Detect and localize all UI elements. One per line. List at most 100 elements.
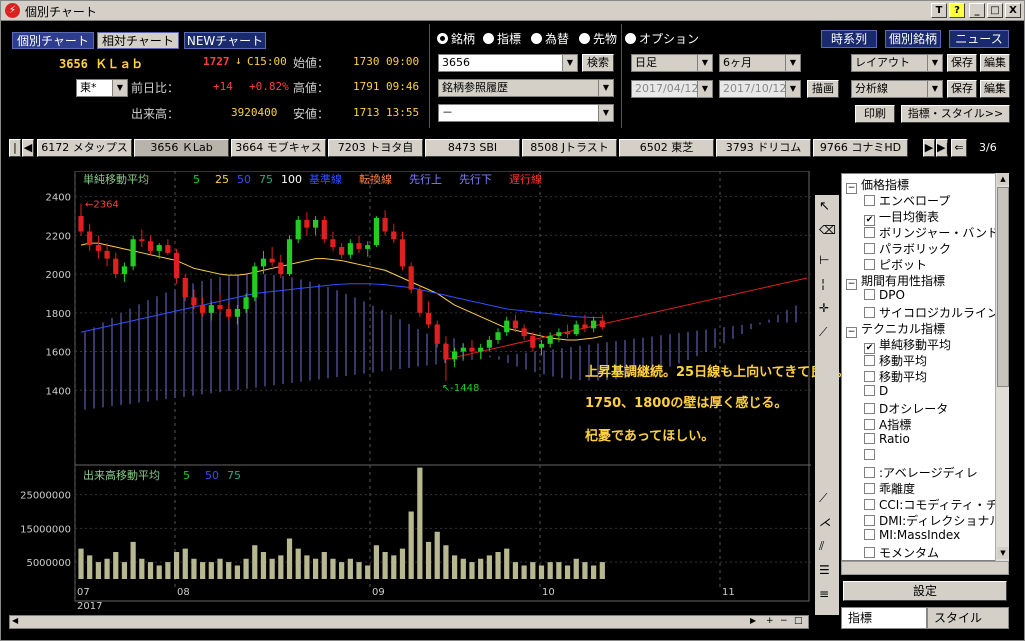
fan-icon[interactable]: ⋌ xyxy=(819,515,831,529)
type-radio-0[interactable]: 銘柄 xyxy=(437,30,475,47)
text-mode-button[interactable]: T xyxy=(931,3,947,18)
help-button[interactable]: ? xyxy=(949,3,965,18)
search-button[interactable]: 検索 xyxy=(582,54,614,72)
collapse-icon[interactable]: − xyxy=(846,279,857,290)
range-select[interactable]: 6ヶ月 ▼ xyxy=(719,54,801,72)
eraser-icon[interactable]: ⌫ xyxy=(819,223,836,237)
settings-button[interactable]: 設定 xyxy=(843,581,1007,601)
checkbox-icon[interactable] xyxy=(864,547,875,558)
channel-icon[interactable]: ⫽ xyxy=(819,539,824,554)
checkbox-icon[interactable] xyxy=(864,467,875,478)
stock-tab[interactable]: 3793 ドリコム xyxy=(716,139,811,157)
analysis-edit-button[interactable]: 編集 xyxy=(980,80,1010,98)
code-input[interactable]: 3656 ▼ xyxy=(438,54,578,72)
trendline-icon[interactable]: ⟋ xyxy=(819,325,827,340)
type-radio-2[interactable]: 為替 xyxy=(531,30,569,47)
pointer-icon[interactable]: ↖ xyxy=(819,199,830,214)
individual-stock-button[interactable]: 個別銘柄 xyxy=(885,30,941,48)
checkbox-icon[interactable] xyxy=(864,403,875,414)
checkbox-icon[interactable] xyxy=(864,515,875,526)
next-tab-icon[interactable]: ▶ xyxy=(923,139,935,157)
stock-tab[interactable]: 3656 ＫLab xyxy=(134,139,229,157)
collapse-icon[interactable]: − xyxy=(846,327,857,338)
tree-scrollbar[interactable]: ▲ ▼ xyxy=(995,173,1009,561)
tree-hscrollbar[interactable] xyxy=(841,561,1009,575)
type-radio-3[interactable]: 先物 xyxy=(579,30,617,47)
prev-tab-icon[interactable]: ◀ xyxy=(22,139,34,157)
analysis-save-button[interactable]: 保存 xyxy=(947,80,977,98)
layout-select[interactable]: レイアウト ▼ xyxy=(851,54,943,72)
tree-item[interactable]: DMI:ディレクショナル xyxy=(864,512,1001,529)
close-button[interactable]: X xyxy=(1005,3,1021,18)
tree-item[interactable]: ピボット xyxy=(864,256,927,273)
news-button[interactable]: ニュース xyxy=(949,30,1009,48)
print-button[interactable]: 印刷 xyxy=(855,105,895,123)
collapse-icon[interactable]: − xyxy=(846,183,857,194)
vertical-line-icon[interactable]: ¦ xyxy=(821,277,825,291)
layout-edit-button[interactable]: 編集 xyxy=(980,54,1010,72)
tree-item[interactable]: パラボリック xyxy=(864,240,951,257)
scroll-left-icon[interactable]: ◀ xyxy=(12,616,18,625)
checkbox-icon[interactable] xyxy=(864,371,875,382)
first-tab-icon[interactable]: |◀ xyxy=(9,139,21,170)
checkbox-icon[interactable] xyxy=(864,289,875,300)
checkbox-icon[interactable] xyxy=(864,307,875,318)
back-arrow-icon[interactable]: ⇐ xyxy=(951,139,967,157)
mode-relative-chart[interactable]: 相対チャート xyxy=(97,32,179,49)
checkbox-icon[interactable] xyxy=(864,433,875,444)
checkbox-icon[interactable] xyxy=(864,449,875,460)
tree-item[interactable]: 乖離度 xyxy=(864,480,915,497)
date-to-input[interactable]: 2017/10/12 ▼ xyxy=(719,80,801,98)
tree-item[interactable]: エンベロープ xyxy=(864,192,950,209)
horizontal-line-icon[interactable]: ⊢ xyxy=(819,253,829,267)
last-tab-icon[interactable]: ▶| xyxy=(936,139,949,157)
scroll-up-icon[interactable]: ▲ xyxy=(997,173,1009,185)
mode-individual-chart[interactable]: 個別チャート xyxy=(12,32,94,49)
tree-item[interactable]: ボリンジャー・バンド xyxy=(864,224,999,241)
tree-item[interactable]: Ratio xyxy=(864,432,910,446)
tree-item[interactable]: Dオシレータ xyxy=(864,400,948,417)
tree-item[interactable]: MI:MassIndex xyxy=(864,528,960,542)
mode-new-chart[interactable]: NEWチャート xyxy=(184,32,266,49)
checkbox-icon[interactable] xyxy=(864,419,875,430)
tab-indicator[interactable]: 指標 xyxy=(841,607,927,629)
date-from-input[interactable]: 2017/04/12 ▼ xyxy=(631,80,713,98)
timeseries-button[interactable]: 時系列 xyxy=(821,30,877,48)
stock-tab[interactable]: 9766 コナミHD xyxy=(813,139,908,157)
scroll-thumb[interactable] xyxy=(997,187,1009,387)
checkbox-icon[interactable] xyxy=(864,483,875,494)
retracement-icon[interactable]: ≡ xyxy=(819,587,829,601)
chart-hscrollbar[interactable]: ◀ ▶ + − □ xyxy=(9,615,809,629)
crosshair-icon[interactable]: ✛ xyxy=(819,301,829,315)
type-radio-4[interactable]: オプション xyxy=(625,30,699,47)
stock-tab[interactable]: 3664 モブキャス xyxy=(231,139,326,157)
stock-tab[interactable]: 6502 東芝 xyxy=(619,139,714,157)
stock-tab[interactable]: 7203 トヨタ自 xyxy=(328,139,423,157)
exchange-select[interactable]: 東* ▼ xyxy=(76,79,128,97)
history-select[interactable]: 銘柄参照履歴 ▼ xyxy=(438,79,614,97)
tree-item[interactable]: CCI:コモディティ・チャ xyxy=(864,496,1008,513)
stock-tab[interactable]: 8508 Jトラスト xyxy=(522,139,617,157)
analysis-select[interactable]: 分析線 ▼ xyxy=(851,80,943,98)
tree-item[interactable]: モメンタム xyxy=(864,544,939,560)
tree-item[interactable]: :アベレージディレ xyxy=(864,464,978,481)
tree-item[interactable]: A指標 xyxy=(864,416,911,433)
checkbox-icon[interactable] xyxy=(864,355,875,366)
zoom-in-icon[interactable]: + xyxy=(766,616,774,626)
checkbox-icon[interactable] xyxy=(864,259,875,270)
tree-item[interactable]: サイコロジカルライン xyxy=(864,304,999,321)
indicator-style-button[interactable]: 指標・スタイル>> xyxy=(901,105,1010,123)
interval-select[interactable]: 日足 ▼ xyxy=(631,54,713,72)
scroll-down-icon[interactable]: ▼ xyxy=(997,547,1009,559)
maximize-button[interactable]: □ xyxy=(987,3,1003,18)
checkbox-icon[interactable] xyxy=(864,243,875,254)
checkbox-icon[interactable] xyxy=(864,227,875,238)
scroll-right-icon[interactable]: ▶ xyxy=(750,616,756,625)
tree-item[interactable]: DPO xyxy=(864,288,905,302)
tree-item[interactable]: 移動平均 xyxy=(864,368,927,385)
draw-button[interactable]: 描画 xyxy=(807,80,839,98)
fibonacci-icon[interactable]: ☰ xyxy=(819,563,830,577)
type-radio-1[interactable]: 指標 xyxy=(483,30,521,47)
checkbox-icon[interactable] xyxy=(864,385,875,396)
layout-save-button[interactable]: 保存 xyxy=(947,54,977,72)
